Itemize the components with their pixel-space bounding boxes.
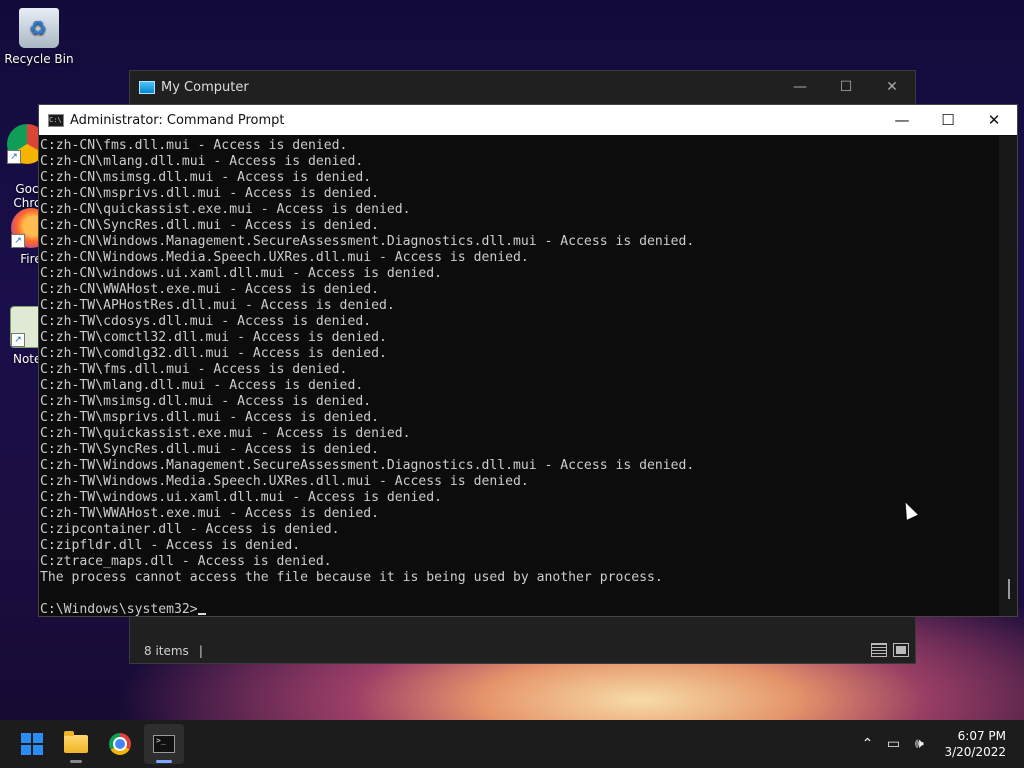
taskbar-command-prompt[interactable]: >_: [144, 724, 184, 764]
taskbar-chrome[interactable]: [100, 724, 140, 764]
console-line: C:zh-CN\SyncRes.dll.mui - Access is deni…: [40, 218, 379, 233]
explorer-status-bar: 8 items |: [130, 639, 915, 663]
scrollbar-thumb[interactable]: [1008, 579, 1010, 599]
console-line: C:zh-TW\msprivs.dll.mui - Access is deni…: [40, 410, 379, 425]
minimize-button[interactable]: —: [879, 105, 925, 135]
close-button[interactable]: ✕: [971, 105, 1017, 135]
terminal-icon: >_: [153, 735, 175, 753]
shortcut-arrow-icon: ↗: [7, 150, 21, 164]
item-count: 8 items: [144, 644, 189, 658]
console-line: C:zh-TW\comdlg32.dll.mui - Access is den…: [40, 346, 387, 361]
console-line: C:zh-TW\msimsg.dll.mui - Access is denie…: [40, 394, 372, 409]
console-line: C:zipfldr.dll - Access is denied.: [40, 538, 301, 553]
console-line: C:zh-CN\msprivs.dll.mui - Access is deni…: [40, 186, 379, 201]
console-line: C:zh-TW\mlang.dll.mui - Access is denied…: [40, 378, 364, 393]
explorer-title: My Computer: [161, 79, 249, 95]
desktop-icon-recycle-bin[interactable]: Recycle Bin: [2, 8, 76, 66]
console-line: C:zh-CN\Windows.Media.Speech.UXRes.dll.m…: [40, 250, 529, 265]
shortcut-arrow-icon: ↗: [11, 333, 25, 347]
console-line: C:zh-TW\cdosys.dll.mui - Access is denie…: [40, 314, 372, 329]
console-line: C:zh-TW\comctl32.dll.mui - Access is den…: [40, 330, 387, 345]
windows-logo-icon: [21, 733, 43, 755]
large-icons-view-icon[interactable]: [893, 643, 909, 657]
active-indicator: [156, 760, 172, 763]
taskbar-file-explorer[interactable]: [56, 724, 96, 764]
running-indicator: [70, 760, 82, 763]
computer-icon: [139, 80, 155, 94]
command-prompt-line[interactable]: C:\Windows\system32>: [40, 602, 999, 616]
maximize-button[interactable]: ☐: [925, 105, 971, 135]
console-line: The process cannot access the file becau…: [40, 570, 663, 585]
minimize-button[interactable]: —: [777, 71, 823, 103]
start-button[interactable]: [12, 724, 52, 764]
clock-date: 3/20/2022: [944, 745, 1006, 759]
folder-icon: [64, 731, 88, 753]
clock-time: 6:07 PM: [957, 729, 1006, 743]
console-line: C:zh-TW\fms.dll.mui - Access is denied.: [40, 362, 348, 377]
console-line: C:zh-TW\Windows.Management.SecureAssessm…: [40, 458, 695, 473]
console-line: C:zh-TW\WWAHost.exe.mui - Access is deni…: [40, 506, 379, 521]
close-button[interactable]: ✕: [869, 71, 915, 103]
console-line: C:zh-CN\msimsg.dll.mui - Access is denie…: [40, 170, 372, 185]
recycle-bin-icon: [19, 8, 59, 48]
console-line: C:zh-CN\Windows.Management.SecureAssessm…: [40, 234, 695, 249]
console-line: C:zh-TW\quickassist.exe.mui - Access is …: [40, 426, 411, 441]
cmd-title: Administrator: Command Prompt: [70, 112, 285, 128]
console-line: C:zh-CN\mlang.dll.mui - Access is denied…: [40, 154, 364, 169]
console-line: C:zh-TW\APHostRes.dll.mui - Access is de…: [40, 298, 395, 313]
shortcut-arrow-icon: ↗: [11, 234, 25, 248]
console-output[interactable]: C:zh-CN\fms.dll.mui - Access is denied. C…: [39, 136, 999, 616]
system-tray: ⌃ ▭ 🕪 6:07 PM 3/20/2022: [854, 720, 1024, 768]
details-view-icon[interactable]: [871, 643, 887, 657]
console-line: C:zh-CN\quickassist.exe.mui - Access is …: [40, 202, 411, 217]
console-line: C:zh-CN\windows.ui.xaml.dll.mui - Access…: [40, 266, 443, 281]
volume-icon[interactable]: 🕪: [906, 736, 932, 752]
network-icon[interactable]: ▭: [880, 736, 906, 752]
show-hidden-icons-chevron-icon[interactable]: ⌃: [854, 736, 880, 752]
cmd-title-bar[interactable]: C:\ Administrator: Command Prompt — ☐ ✕: [39, 105, 1017, 135]
console-line: C:zh-TW\SyncRes.dll.mui - Access is deni…: [40, 442, 379, 457]
console-line: C:zipcontainer.dll - Access is denied.: [40, 522, 340, 537]
console-line: C:ztrace_maps.dll - Access is denied.: [40, 554, 332, 569]
chrome-icon: [109, 733, 131, 755]
console-line: C:zh-CN\WWAHost.exe.mui - Access is deni…: [40, 282, 379, 297]
maximize-button[interactable]: ☐: [823, 71, 869, 103]
console-line: C:zh-TW\windows.ui.xaml.dll.mui - Access…: [40, 490, 443, 505]
taskbar: >_ ⌃ ▭ 🕪 6:07 PM 3/20/2022: [0, 720, 1024, 768]
console-line: C:zh-TW\Windows.Media.Speech.UXRes.dll.m…: [40, 474, 529, 489]
console-scrollbar[interactable]: [999, 136, 1017, 616]
explorer-title-bar[interactable]: My Computer — ☐ ✕: [130, 71, 915, 103]
command-prompt-window[interactable]: C:\ Administrator: Command Prompt — ☐ ✕ …: [38, 104, 1018, 617]
prompt-text: C:\Windows\system32>: [40, 602, 198, 616]
desktop-icon-label: Recycle Bin: [4, 52, 74, 66]
console-line: C:zh-CN\fms.dll.mui - Access is denied.: [40, 138, 348, 153]
text-cursor: [197, 613, 206, 615]
status-separator: |: [198, 644, 203, 658]
clock[interactable]: 6:07 PM 3/20/2022: [944, 728, 1006, 760]
cmd-icon: C:\: [48, 113, 64, 127]
